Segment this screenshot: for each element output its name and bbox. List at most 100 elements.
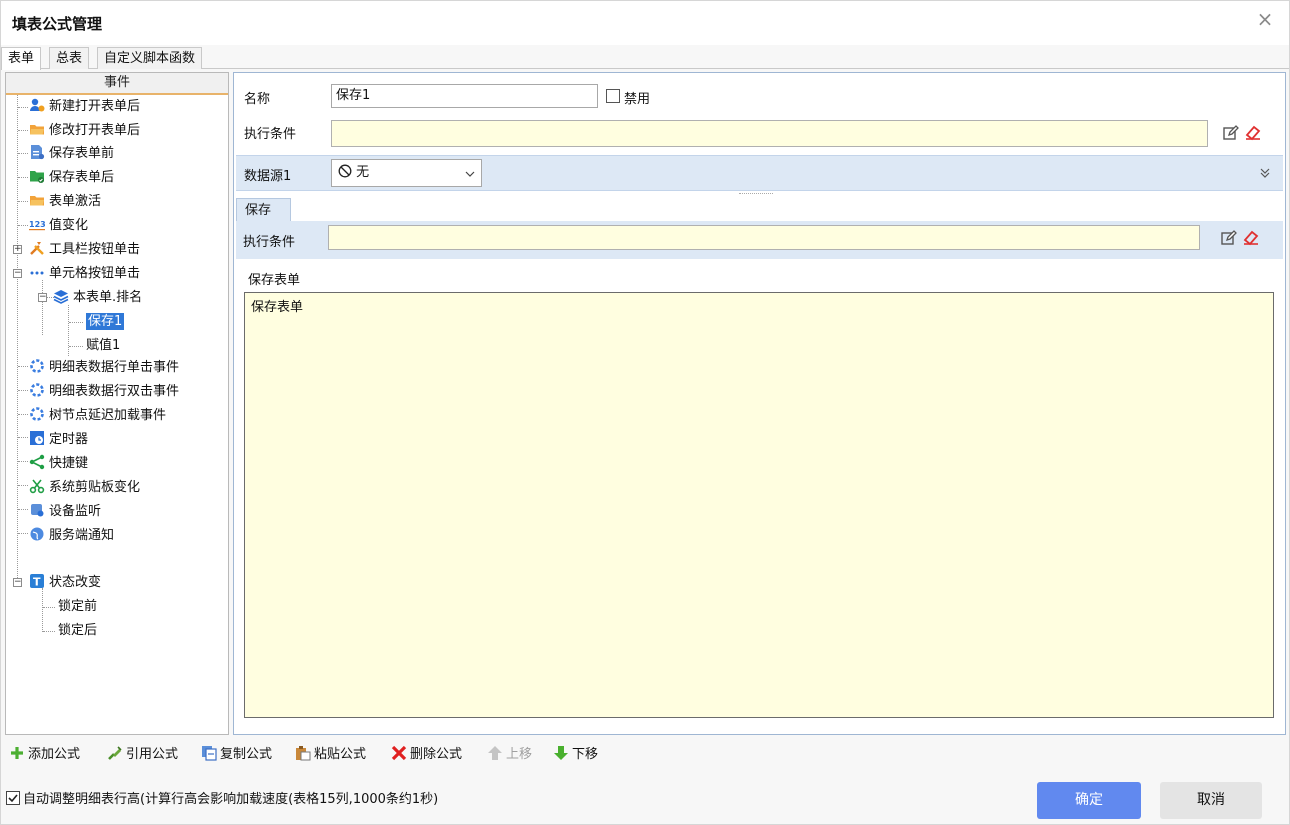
tree-node-hotkey[interactable]: 快捷键 <box>29 453 88 475</box>
dots-icon <box>30 271 44 275</box>
paste-formula-button[interactable]: 粘贴公式 <box>295 743 366 767</box>
inner-condition-input[interactable] <box>328 225 1200 250</box>
delete-x-icon <box>391 745 407 761</box>
ban-icon <box>338 164 352 178</box>
tree-node-after-lock[interactable]: 锁定后 <box>58 620 97 642</box>
edit-icon[interactable] <box>1222 124 1240 142</box>
tree-node-value-change[interactable]: 123 值变化 <box>29 215 88 237</box>
tree-node-rank[interactable]: 本表单.排名 <box>53 287 142 309</box>
auto-adjust-label: 自动调整明细表行高(计算行高会影响加载速度(表格15列,1000条约1秒) <box>23 792 439 807</box>
tree-node-state-change[interactable]: T 状态改变 <box>29 572 101 594</box>
plus-icon <box>11 747 23 759</box>
event-tree-panel: 事件 + − − − 新建打开表单后 修改打开表单后 保存表单前 保存表单后 表… <box>5 72 229 735</box>
delete-formula-button[interactable]: 删除公式 <box>391 743 462 767</box>
chevron-down-icon <box>465 171 475 177</box>
copy-icon <box>202 746 217 761</box>
tab-save-action[interactable]: 保存 <box>236 198 291 222</box>
disable-checkbox[interactable] <box>606 89 620 103</box>
action-editor[interactable]: 保存表单 <box>244 292 1274 718</box>
datasource-bar: 数据源1 无 <box>236 155 1283 191</box>
name-label: 名称 <box>244 92 271 107</box>
move-up-button[interactable]: 上移 <box>487 743 532 767</box>
collapse-state-node[interactable]: − <box>13 578 22 587</box>
folder-check-icon <box>30 171 44 183</box>
copy-formula-button[interactable]: 复制公式 <box>201 743 272 767</box>
tree-node-new-open[interactable]: 新建打开表单后 <box>29 96 140 118</box>
formula-manager-dialog: 填表公式管理 × 表单 总表 自定义脚本函数 事件 + − − − 新建打开表单… <box>0 0 1290 825</box>
checkmark-icon <box>8 794 18 803</box>
condition-input[interactable] <box>331 120 1208 147</box>
datasource-select[interactable]: 无 <box>331 159 482 187</box>
move-down-button[interactable]: 下移 <box>553 743 598 767</box>
formula-detail-panel: 名称 保存1 禁用 执行条件 数据源1 无 保存 执行条件 保存表单 保存表单 <box>233 72 1286 735</box>
tree-node-before-save[interactable]: 保存表单前 <box>29 143 114 165</box>
tree-node-lazy-load[interactable]: 树节点延迟加载事件 <box>29 405 166 427</box>
action-label: 保存表单 <box>248 273 301 288</box>
titlebar: 填表公式管理 × <box>1 1 1289 45</box>
edit-icon[interactable] <box>1220 229 1238 247</box>
name-input[interactable]: 保存1 <box>331 84 598 108</box>
auto-adjust-checkbox[interactable] <box>6 791 20 805</box>
inner-condition-label: 执行条件 <box>243 235 296 250</box>
timer-icon <box>30 431 44 445</box>
inner-condition-bar: 执行条件 <box>236 221 1283 259</box>
datasource-value: 无 <box>356 165 370 180</box>
globe-icon <box>30 527 44 541</box>
tab-custom-script[interactable]: 自定义脚本函数 <box>97 47 203 69</box>
tree-node-detail-row-click[interactable]: 明细表数据行单击事件 <box>29 357 179 379</box>
tree-header: 事件 <box>6 73 228 95</box>
add-formula-button[interactable]: 添加公式 <box>9 743 80 767</box>
tree-node-detail-row-dblclick[interactable]: 明细表数据行双击事件 <box>29 381 179 403</box>
user-add-icon <box>30 98 45 112</box>
tree-node-edit-open[interactable]: 修改打开表单后 <box>29 120 140 142</box>
collapse-cell-button-node[interactable]: − <box>13 269 22 278</box>
tab-form[interactable]: 表单 <box>1 47 42 70</box>
tree-node-after-save[interactable]: 保存表单后 <box>29 167 114 189</box>
eraser-icon[interactable] <box>1242 228 1260 246</box>
share-icon <box>29 454 45 470</box>
tree-node-device-listen[interactable]: 设备监听 <box>29 501 101 523</box>
tree-node-assign1[interactable]: 赋值1 <box>86 335 120 357</box>
tree-node-clipboard-change[interactable]: 系统剪贴板变化 <box>29 477 140 499</box>
layers-icon <box>53 290 69 304</box>
scissors-icon <box>29 479 45 494</box>
folder-open-icon <box>30 125 44 135</box>
tree-node-save1[interactable]: 保存1 <box>86 311 125 333</box>
folder-open-icon <box>30 196 44 206</box>
tree-node-activate[interactable]: 表单激活 <box>29 191 101 213</box>
ref-formula-button[interactable]: 引用公式 <box>107 743 178 767</box>
numbers-icon: 123 <box>29 220 45 231</box>
arrow-up-icon <box>488 746 502 760</box>
dialog-title: 填表公式管理 <box>12 15 103 33</box>
spinner-icon <box>30 359 44 373</box>
clipboard-icon <box>296 746 311 761</box>
splitter-grip[interactable] <box>739 193 773 195</box>
link-icon <box>108 746 122 760</box>
cancel-button[interactable]: 取消 <box>1160 782 1262 819</box>
svg-text:T: T <box>33 576 41 589</box>
expand-toolbar-node[interactable]: + <box>13 245 22 254</box>
document-save-icon <box>31 145 45 160</box>
arrow-down-icon <box>554 746 568 760</box>
double-chevron-down-icon[interactable] <box>1259 167 1271 179</box>
spinner-icon <box>30 383 44 397</box>
tree-node-before-lock[interactable]: 锁定前 <box>58 596 97 618</box>
datasource-label: 数据源1 <box>244 169 292 184</box>
ok-button[interactable]: 确定 <box>1037 782 1141 819</box>
tree-node-server-notify[interactable]: 服务端通知 <box>29 525 114 547</box>
tab-summary[interactable]: 总表 <box>49 47 90 69</box>
close-icon[interactable]: × <box>1255 9 1275 29</box>
t-badge-icon: T <box>30 574 44 589</box>
collapse-rank-node[interactable]: − <box>38 293 47 302</box>
top-tab-strip: 表单 总表 自定义脚本函数 <box>1 45 1289 70</box>
tools-icon <box>30 242 44 255</box>
tree-node-timer[interactable]: 定时器 <box>29 429 88 451</box>
device-icon <box>31 504 44 517</box>
disable-label: 禁用 <box>624 92 651 107</box>
tree-node-toolbar-click[interactable]: 工具栏按钮单击 <box>29 239 140 261</box>
tree-node-cell-button-click[interactable]: 单元格按钮单击 <box>29 263 140 285</box>
auto-adjust-row[interactable]: 自动调整明细表行高(计算行高会影响加载速度(表格15列,1000条约1秒) <box>6 788 438 807</box>
svg-text:123: 123 <box>29 220 45 229</box>
eraser-icon[interactable] <box>1244 123 1262 141</box>
condition-label: 执行条件 <box>244 127 297 142</box>
